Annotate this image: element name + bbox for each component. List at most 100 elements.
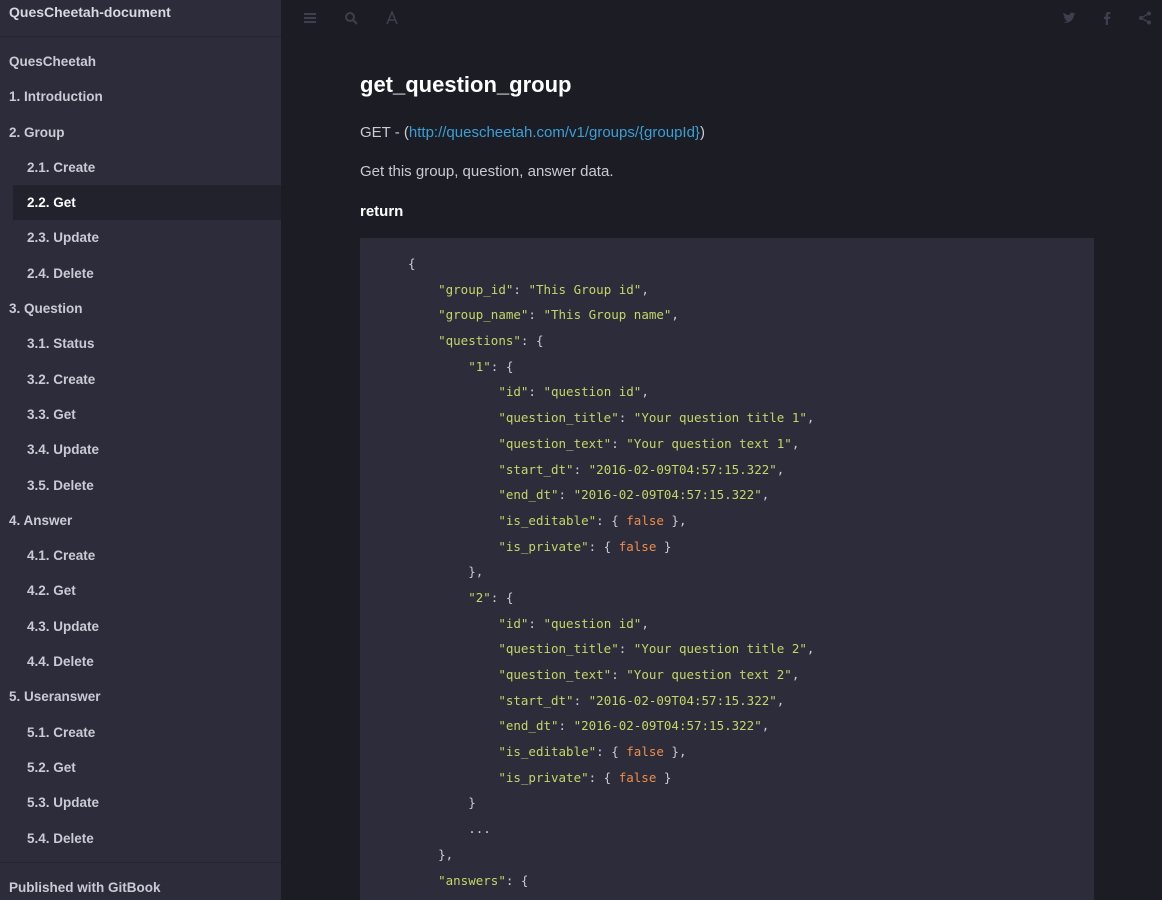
code-line: "question_text": "Your question text 2", — [408, 662, 1094, 688]
sidebar-item-4-3-update[interactable]: 4.3. Update — [0, 609, 281, 644]
code-punct: }, — [408, 564, 484, 580]
code-line: "start_dt": "2016-02-09T04:57:15.322", — [408, 688, 1094, 714]
sidebar-item-3-4-update[interactable]: 3.4. Update — [0, 432, 281, 467]
code-line: "answers": { — [408, 868, 1094, 894]
sidebar-item-5-3-update[interactable]: 5.3. Update — [0, 785, 281, 820]
code-line: "is_editable": { false }, — [408, 739, 1094, 765]
code-punct — [408, 462, 498, 477]
sidebar-item-2-3-update[interactable]: 2.3. Update — [0, 220, 281, 255]
code-punct — [408, 307, 438, 322]
code-punct — [408, 744, 498, 759]
code-line: ... — [408, 816, 1094, 842]
endpoint-line: GET - (http://quescheetah.com/v1/groups/… — [360, 123, 1094, 143]
code-key: "2" — [468, 589, 491, 605]
code-key: "question_title" — [498, 641, 619, 657]
code-string: "This Group id" — [528, 281, 642, 297]
code-punct: : — [573, 692, 589, 708]
code-key: "start_dt" — [498, 461, 574, 477]
sidebar-item-quescheetah[interactable]: QuesCheetah — [0, 44, 281, 79]
sidebar-item-5-1-create[interactable]: 5.1. Create — [0, 715, 281, 750]
code-punct — [408, 487, 498, 502]
sidebar-item-5-4-delete[interactable]: 5.4. Delete — [0, 821, 281, 856]
code-line: "start_dt": "2016-02-09T04:57:15.322", — [408, 457, 1094, 483]
code-string: "question id" — [543, 615, 642, 631]
code-punct: , — [641, 281, 649, 297]
code-string: "Your question text 2" — [626, 667, 792, 682]
menu-icon[interactable] — [302, 10, 318, 26]
code-line: "is_editable": { false }, — [408, 508, 1094, 534]
code-line: "questions": { — [408, 328, 1094, 354]
code-punct — [408, 718, 498, 733]
code-string: "question id" — [543, 384, 642, 400]
search-icon[interactable] — [343, 10, 359, 26]
code-punct: , — [791, 667, 800, 682]
endpoint-url-link[interactable]: http://quescheetah.com/v1/groups/{groupI… — [409, 124, 700, 141]
sidebar-item-4-4-delete[interactable]: 4.4. Delete — [0, 644, 281, 679]
code-punct — [408, 282, 438, 297]
sidebar-item-3-question[interactable]: 3. Question — [0, 291, 281, 326]
code-punct: , — [641, 615, 649, 631]
sidebar-item-4-1-create[interactable]: 4.1. Create — [0, 538, 281, 573]
published-with-gitbook-link[interactable]: Published with GitBook — [0, 862, 281, 900]
code-key: "is_private" — [498, 538, 589, 554]
code-line: }, — [408, 842, 1094, 868]
sidebar-item-2-2-get[interactable]: 2.2. Get — [13, 185, 281, 221]
method-suffix: ) — [699, 124, 705, 141]
code-punct: : { — [588, 769, 619, 785]
code-punct: { — [408, 256, 416, 271]
code-punct: , — [641, 384, 649, 400]
code-string: "2016-02-09T04:57:15.322" — [573, 718, 762, 734]
code-boolean: false — [626, 744, 664, 760]
code-line: "end_dt": "2016-02-09T04:57:15.322", — [408, 713, 1094, 739]
code-punct: : { — [596, 744, 627, 760]
code-key: "group_id" — [438, 281, 514, 297]
twitter-icon[interactable] — [1061, 10, 1077, 26]
sidebar-item-2-group[interactable]: 2. Group — [0, 115, 281, 150]
code-line: "id": "question id", — [408, 379, 1094, 405]
code-line: "question_title": "Your question title 2… — [408, 636, 1094, 662]
code-punct: : { — [505, 872, 529, 888]
share-icon[interactable] — [1137, 10, 1153, 26]
sidebar-item-3-3-get[interactable]: 3.3. Get — [0, 397, 281, 432]
code-punct: , — [806, 410, 815, 426]
sidebar-brand[interactable]: QuesCheetah-document — [0, 0, 281, 37]
code-string: "Your question title 2" — [633, 641, 807, 657]
code-punct — [408, 359, 468, 374]
code-key: "is_editable" — [498, 512, 597, 528]
sidebar: QuesCheetah-document QuesCheetah 1. Intro… — [0, 0, 281, 900]
return-heading: return — [360, 203, 404, 220]
font-settings-icon[interactable] — [384, 10, 400, 26]
code-string: "This Group name" — [543, 307, 672, 323]
sidebar-item-2-1-create[interactable]: 2.1. Create — [0, 150, 281, 185]
code-punct — [408, 590, 468, 605]
code-punct: } — [656, 538, 672, 554]
code-punct: , — [806, 641, 815, 657]
sidebar-item-3-5-delete[interactable]: 3.5. Delete — [0, 468, 281, 503]
code-punct: : — [618, 641, 634, 657]
code-punct: : — [528, 615, 544, 631]
code-punct: , — [776, 692, 785, 708]
code-key: "is_private" — [498, 769, 589, 785]
code-key: "question_text" — [498, 667, 612, 682]
sidebar-item-5-2-get[interactable]: 5.2. Get — [0, 750, 281, 785]
code-punct: : { — [596, 512, 627, 528]
code-line: "question_text": "Your question text 1", — [408, 431, 1094, 457]
sidebar-item-2-4-delete[interactable]: 2.4. Delete — [0, 256, 281, 291]
sidebar-item-1-introduction[interactable]: 1. Introduction — [0, 79, 281, 114]
code-string: "2016-02-09T04:57:15.322" — [588, 461, 777, 477]
code-punct: }, — [663, 512, 687, 528]
code-punct: : { — [490, 358, 514, 374]
sidebar-item-4-2-get[interactable]: 4.2. Get — [0, 573, 281, 608]
code-punct: : { — [588, 538, 619, 554]
facebook-icon[interactable] — [1099, 10, 1115, 26]
code-punct: } — [656, 769, 672, 785]
code-string: "Your question text 1" — [626, 435, 792, 451]
sidebar-item-5-useranswer[interactable]: 5. Useranswer — [0, 679, 281, 714]
code-punct — [408, 770, 498, 785]
code-punct: : — [611, 435, 627, 451]
sidebar-item-4-answer[interactable]: 4. Answer — [0, 503, 281, 538]
code-punct: : { — [490, 589, 514, 605]
sidebar-item-3-1-status[interactable]: 3.1. Status — [0, 326, 281, 361]
code-punct: : — [611, 667, 627, 682]
sidebar-item-3-2-create[interactable]: 3.2. Create — [0, 362, 281, 397]
